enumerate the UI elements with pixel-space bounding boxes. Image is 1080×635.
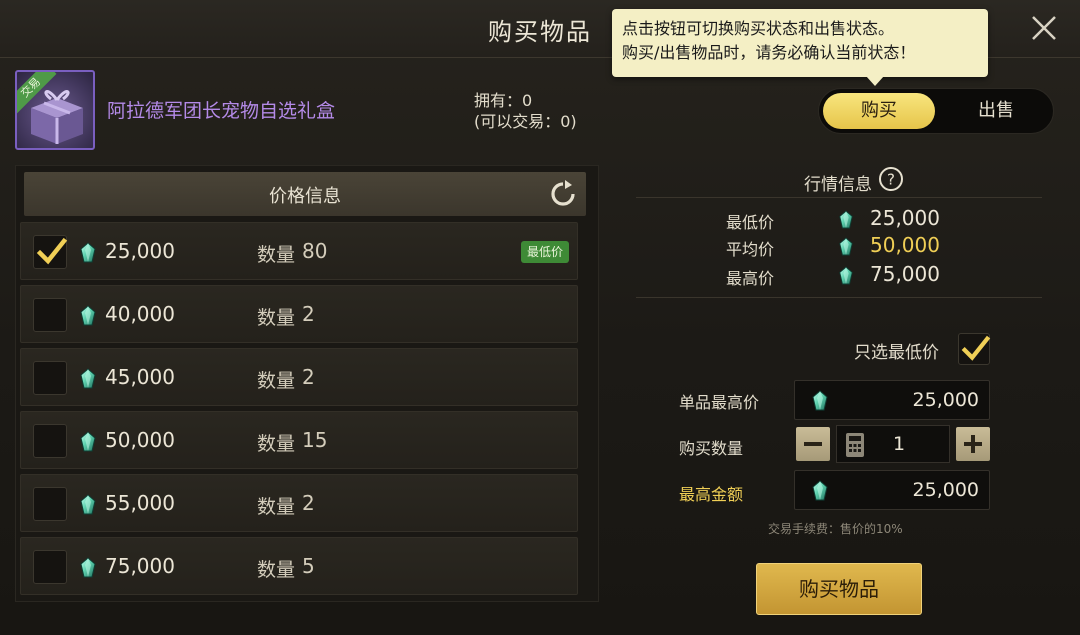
tooltip-arrow <box>866 76 884 86</box>
gem-icon <box>838 210 854 230</box>
min-price-value: 25,000 <box>870 206 940 230</box>
max-unit-price-label: 单品最高价 <box>679 393 760 412</box>
gem-icon <box>79 557 97 579</box>
only-lowest-checkbox[interactable] <box>958 333 990 365</box>
quantity-increase-button[interactable] <box>956 427 990 461</box>
row-price: 45,000 <box>105 365 175 389</box>
gem-icon <box>838 266 854 286</box>
row-quantity-label: 数量 <box>257 496 296 518</box>
mode-tooltip: 点击按钮可切换购买状态和出售状态。 购买/出售物品时，请务必确认当前状态！ <box>612 9 988 77</box>
max-total-field: 25,000 <box>794 470 990 510</box>
row-quantity-label: 数量 <box>257 433 296 455</box>
avg-price-label: 平均价 <box>726 240 775 259</box>
row-checkbox[interactable] <box>33 298 67 332</box>
row-price: 75,000 <box>105 554 175 578</box>
gem-icon <box>79 242 97 264</box>
row-checkbox[interactable] <box>33 424 67 458</box>
buy-item-button[interactable]: 购买物品 <box>756 563 922 615</box>
row-quantity-label: 数量 <box>257 307 296 329</box>
owned-count: 拥有：0 <box>474 91 533 110</box>
minus-icon <box>804 442 822 446</box>
row-price: 50,000 <box>105 428 175 452</box>
max-price-value: 75,000 <box>870 262 940 286</box>
row-checkbox[interactable] <box>33 487 67 521</box>
tooltip-line-2: 购买/出售物品时，请务必确认当前状态！ <box>622 43 916 62</box>
buy-sell-toggle: 购买 出售 <box>818 88 1054 134</box>
calculator-icon[interactable] <box>845 432 865 458</box>
owned-info: 拥有：0 (可以交易：0) <box>474 90 577 132</box>
max-price-label: 最高价 <box>726 269 775 288</box>
avg-price-value: 50,000 <box>870 233 940 257</box>
market-divider-top <box>636 197 1042 198</box>
lowest-price-badge: 最低价 <box>520 241 569 263</box>
market-divider-bottom <box>636 297 1042 298</box>
row-checkbox[interactable] <box>33 361 67 395</box>
price-row[interactable]: 50,000 数量 15 <box>20 411 578 469</box>
max-unit-price-value: 25,000 <box>912 389 979 411</box>
row-quantity: 80 <box>302 239 328 263</box>
gem-icon <box>79 305 97 327</box>
price-list-title: 价格信息 <box>269 186 341 207</box>
row-quantity-label: 数量 <box>257 559 296 581</box>
buy-mode-button[interactable]: 购买 <box>823 93 935 129</box>
row-quantity-label: 数量 <box>257 370 296 392</box>
gem-icon <box>838 237 854 257</box>
price-row[interactable]: 45,000 数量 2 <box>20 348 578 406</box>
gem-icon <box>79 368 97 390</box>
price-row[interactable]: 55,000 数量 2 <box>20 474 578 532</box>
row-price: 25,000 <box>105 239 175 263</box>
refresh-icon[interactable] <box>548 179 578 209</box>
row-quantity: 5 <box>302 554 315 578</box>
quantity-value: 1 <box>892 433 906 455</box>
help-icon[interactable]: ? <box>878 166 904 192</box>
row-checkbox[interactable] <box>33 550 67 584</box>
price-row[interactable]: 25,000 数量 80 最低价 <box>20 222 578 280</box>
row-quantity: 15 <box>302 428 328 452</box>
only-lowest-label: 只选最低价 <box>854 343 939 363</box>
max-total-value: 25,000 <box>912 479 979 501</box>
price-row[interactable]: 75,000 数量 5 <box>20 537 578 595</box>
quantity-decrease-button[interactable] <box>796 427 830 461</box>
max-total-label: 最高金额 <box>679 485 744 504</box>
row-quantity: 2 <box>302 365 315 389</box>
gem-icon <box>79 494 97 516</box>
row-checkbox[interactable] <box>33 235 67 269</box>
min-price-label: 最低价 <box>726 213 775 232</box>
item-name: 阿拉德军团长宠物自选礼盒 <box>107 100 336 122</box>
price-row[interactable]: 40,000 数量 2 <box>20 285 578 343</box>
quantity-field[interactable]: 1 <box>836 425 950 463</box>
tooltip-line-1: 点击按钮可切换购买状态和出售状态。 <box>622 19 895 38</box>
tradable-count: (可以交易：0) <box>474 112 577 131</box>
gem-icon <box>811 390 829 412</box>
gem-icon <box>811 480 829 502</box>
svg-text:?: ? <box>887 171 895 189</box>
gem-icon <box>79 431 97 453</box>
item-gift-box-icon[interactable]: 交易 <box>15 70 95 150</box>
checkmark-icon <box>959 334 991 366</box>
row-price: 55,000 <box>105 491 175 515</box>
row-quantity: 2 <box>302 491 315 515</box>
price-list-header: 价格信息 <box>24 172 586 216</box>
max-unit-price-field[interactable]: 25,000 <box>794 380 990 420</box>
sell-mode-button[interactable]: 出售 <box>941 93 1051 129</box>
checkmark-icon <box>34 236 68 270</box>
row-quantity-label: 数量 <box>257 244 296 266</box>
market-info-title: 行情信息 <box>804 175 872 195</box>
buy-quantity-label: 购买数量 <box>679 439 744 458</box>
row-price: 40,000 <box>105 302 175 326</box>
fee-note: 交易手续费：售价的10% <box>768 522 903 536</box>
close-icon[interactable] <box>1028 12 1060 44</box>
buy-dialog: 购买物品 点击按钮可切换购买状态和出售状态。 购买/出售物品时，请务必确认当前状… <box>0 0 1080 635</box>
plus-icon <box>964 435 982 453</box>
row-quantity: 2 <box>302 302 315 326</box>
